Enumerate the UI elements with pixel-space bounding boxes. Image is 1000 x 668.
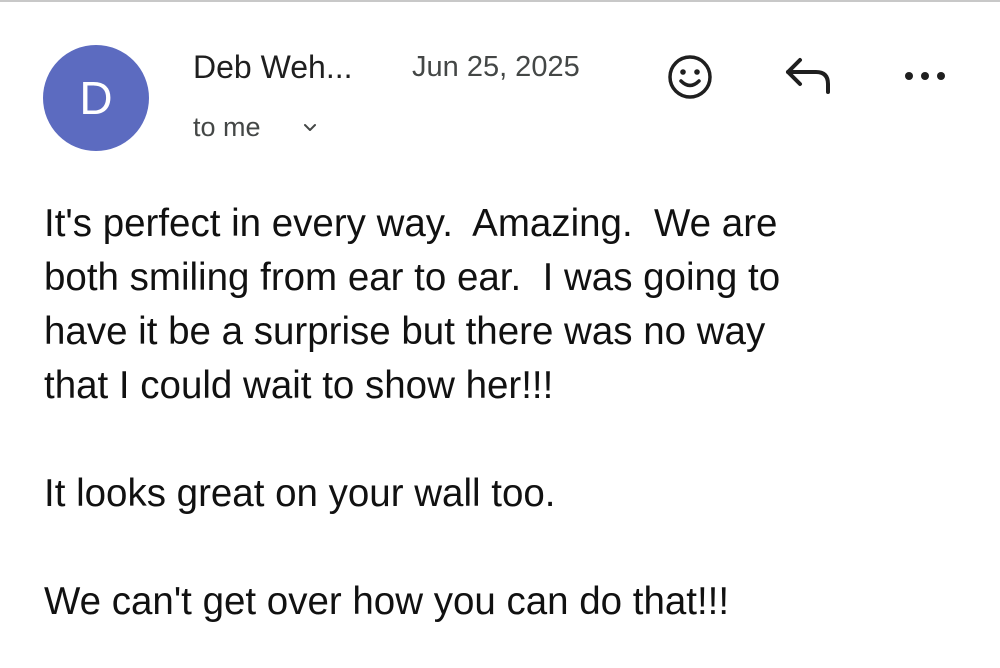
recipient-label[interactable]: to me [193, 112, 261, 143]
sender-name[interactable]: Deb Weh... [193, 49, 352, 86]
body-line: that I could wait to show her!!! [44, 364, 554, 407]
body-line: It looks great on your wall too. [44, 472, 556, 515]
body-line: both smiling from ear to ear. I was goin… [44, 256, 781, 299]
body-line: have it be a surprise but there was no w… [44, 310, 766, 353]
email-date: Jun 25, 2025 [412, 51, 580, 83]
more-options-button[interactable] [900, 58, 950, 94]
smiley-icon [668, 55, 712, 99]
more-horizontal-icon [905, 72, 945, 80]
avatar[interactable]: D [43, 45, 149, 151]
body-line: It's perfect in every way. Amazing. We a… [44, 202, 778, 245]
top-divider [0, 0, 1000, 2]
chevron-down-icon[interactable] [300, 118, 320, 138]
email-body: It's perfect in every way. Amazing. We a… [44, 197, 974, 629]
reply-button[interactable] [780, 52, 836, 100]
reply-arrow-icon [786, 58, 830, 94]
body-line: We can't get over how you can do that!!! [44, 580, 730, 623]
add-reaction-button[interactable] [664, 51, 716, 103]
avatar-letter: D [79, 72, 113, 124]
